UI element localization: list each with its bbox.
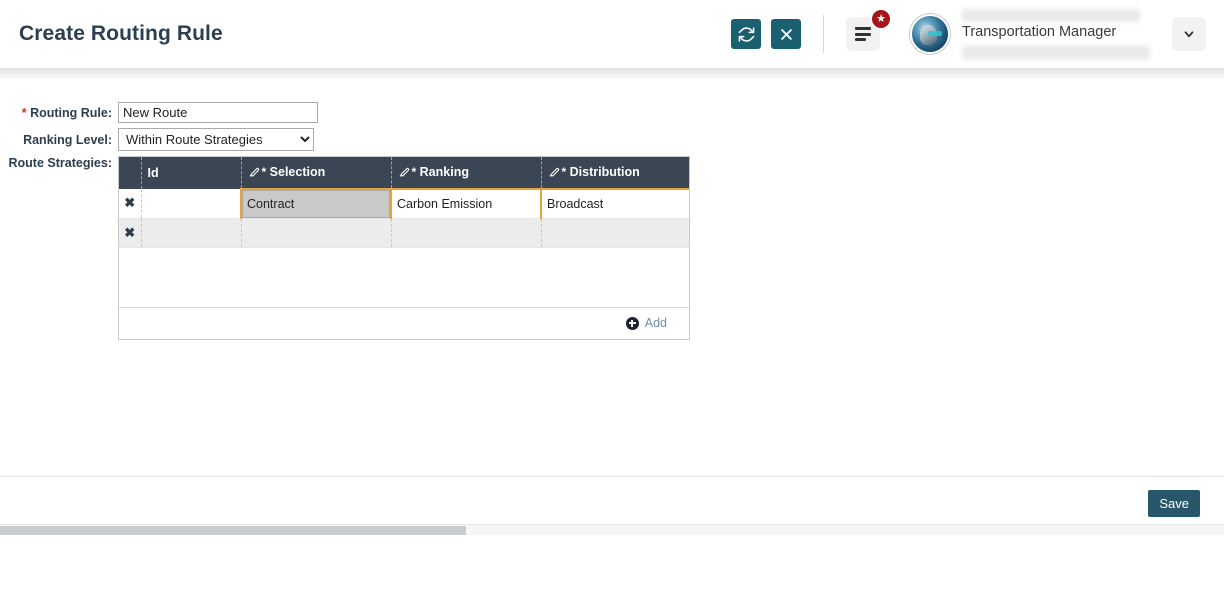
delete-x-icon: ✖: [124, 195, 136, 211]
delete-row-button[interactable]: ✖: [119, 218, 142, 248]
chevron-down-icon: [1182, 27, 1196, 41]
user-email-redacted: [962, 46, 1150, 59]
refresh-button[interactable]: [731, 19, 761, 49]
star-badge: ★: [870, 8, 892, 30]
routing-rule-label: * Routing Rule:: [21, 105, 112, 120]
menu-button[interactable]: ★: [846, 8, 892, 51]
close-x-icon: [779, 27, 794, 42]
delete-row-button[interactable]: ✖: [119, 189, 142, 219]
header-divider: [823, 15, 824, 53]
column-header-distribution[interactable]: * Distribution: [541, 157, 689, 189]
user-role: Transportation Manager: [962, 24, 1117, 40]
edit-pencil-icon: [398, 165, 411, 181]
cell-selection[interactable]: Contract: [240, 188, 392, 219]
ranking-level-label: Ranking Level:: [23, 132, 112, 147]
required-asterisk: *: [411, 164, 417, 179]
avatar[interactable]: [910, 14, 950, 54]
route-strategies-row: Route Strategies: Id * Selection * Ranki…: [0, 156, 1224, 340]
star-icon: ★: [876, 12, 886, 25]
page-title: Create Routing Rule: [19, 22, 223, 45]
scrollbar-thumb[interactable]: [0, 526, 466, 535]
required-asterisk: *: [261, 164, 267, 179]
user-info: Transportation Manager: [962, 7, 1162, 61]
required-asterisk: *: [561, 164, 567, 179]
close-button[interactable]: [771, 19, 801, 49]
ranking-level-row: Ranking Level: Within Route Strategies: [0, 128, 1224, 151]
user-menu-button[interactable]: [1172, 17, 1206, 51]
refresh-sync-icon: [738, 26, 755, 43]
save-button[interactable]: Save: [1148, 490, 1200, 517]
route-strategies-label: Route Strategies:: [8, 156, 113, 170]
cell-distribution[interactable]: [541, 218, 689, 248]
header-actions: ★ Transportation Manager: [731, 0, 1224, 68]
routing-rule-row: * Routing Rule:: [0, 102, 1224, 123]
column-header-ranking[interactable]: * Ranking: [391, 157, 542, 189]
edit-pencil-icon: [248, 165, 261, 181]
footer-bar: Save: [0, 476, 1224, 535]
app-header: Create Routing Rule ★ Transportation Man…: [0, 0, 1224, 68]
table-row[interactable]: ✖: [119, 218, 689, 248]
column-header-selection[interactable]: * Selection: [241, 157, 392, 189]
add-row-button[interactable]: Add: [625, 316, 667, 330]
column-header-id[interactable]: Id: [141, 157, 242, 189]
user-name-redacted: [962, 9, 1140, 22]
column-header-delete: [119, 157, 142, 189]
table-row[interactable]: ✖ Contract Carbon Emission Broadcast: [119, 188, 689, 219]
cell-distribution[interactable]: Broadcast: [540, 188, 689, 219]
plus-circle-icon: [625, 316, 639, 330]
header-shadow: [0, 68, 1224, 80]
edit-pencil-icon: [548, 165, 561, 181]
cell-ranking[interactable]: [391, 218, 542, 248]
route-strategies-grid: Id * Selection * Ranking * Distribution …: [118, 156, 690, 340]
grid-empty-area: [119, 247, 689, 308]
grid-header-row: Id * Selection * Ranking * Distribution: [119, 157, 689, 189]
cell-id[interactable]: [141, 218, 242, 248]
routing-rule-input[interactable]: [118, 102, 318, 123]
form-content: * Routing Rule: Ranking Level: Within Ro…: [0, 80, 1224, 535]
delete-x-icon: ✖: [124, 224, 136, 240]
ranking-level-select[interactable]: Within Route Strategies: [118, 128, 314, 151]
required-asterisk: *: [21, 105, 27, 120]
add-row-label: Add: [644, 316, 667, 330]
cell-id[interactable]: [141, 189, 242, 219]
horizontal-scrollbar[interactable]: [0, 524, 1224, 535]
cell-selection[interactable]: [241, 218, 392, 248]
grid-footer: Add: [119, 307, 689, 339]
cell-ranking[interactable]: Carbon Emission: [390, 188, 542, 219]
